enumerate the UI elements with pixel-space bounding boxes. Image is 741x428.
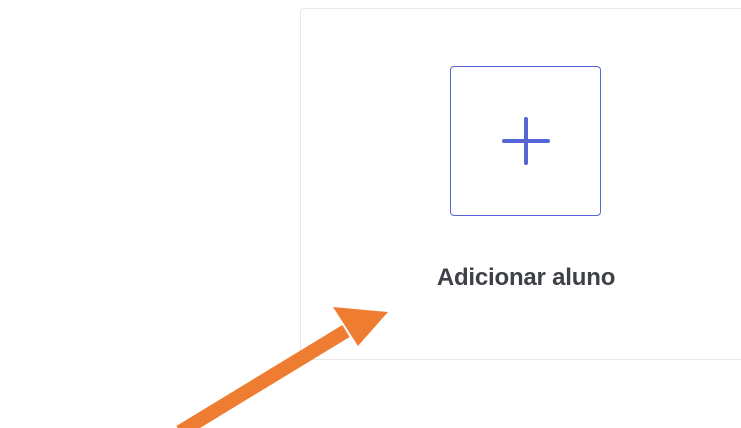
plus-icon xyxy=(501,117,550,165)
add-student-button[interactable] xyxy=(450,66,601,216)
add-student-label: Adicionar aluno xyxy=(436,264,616,291)
